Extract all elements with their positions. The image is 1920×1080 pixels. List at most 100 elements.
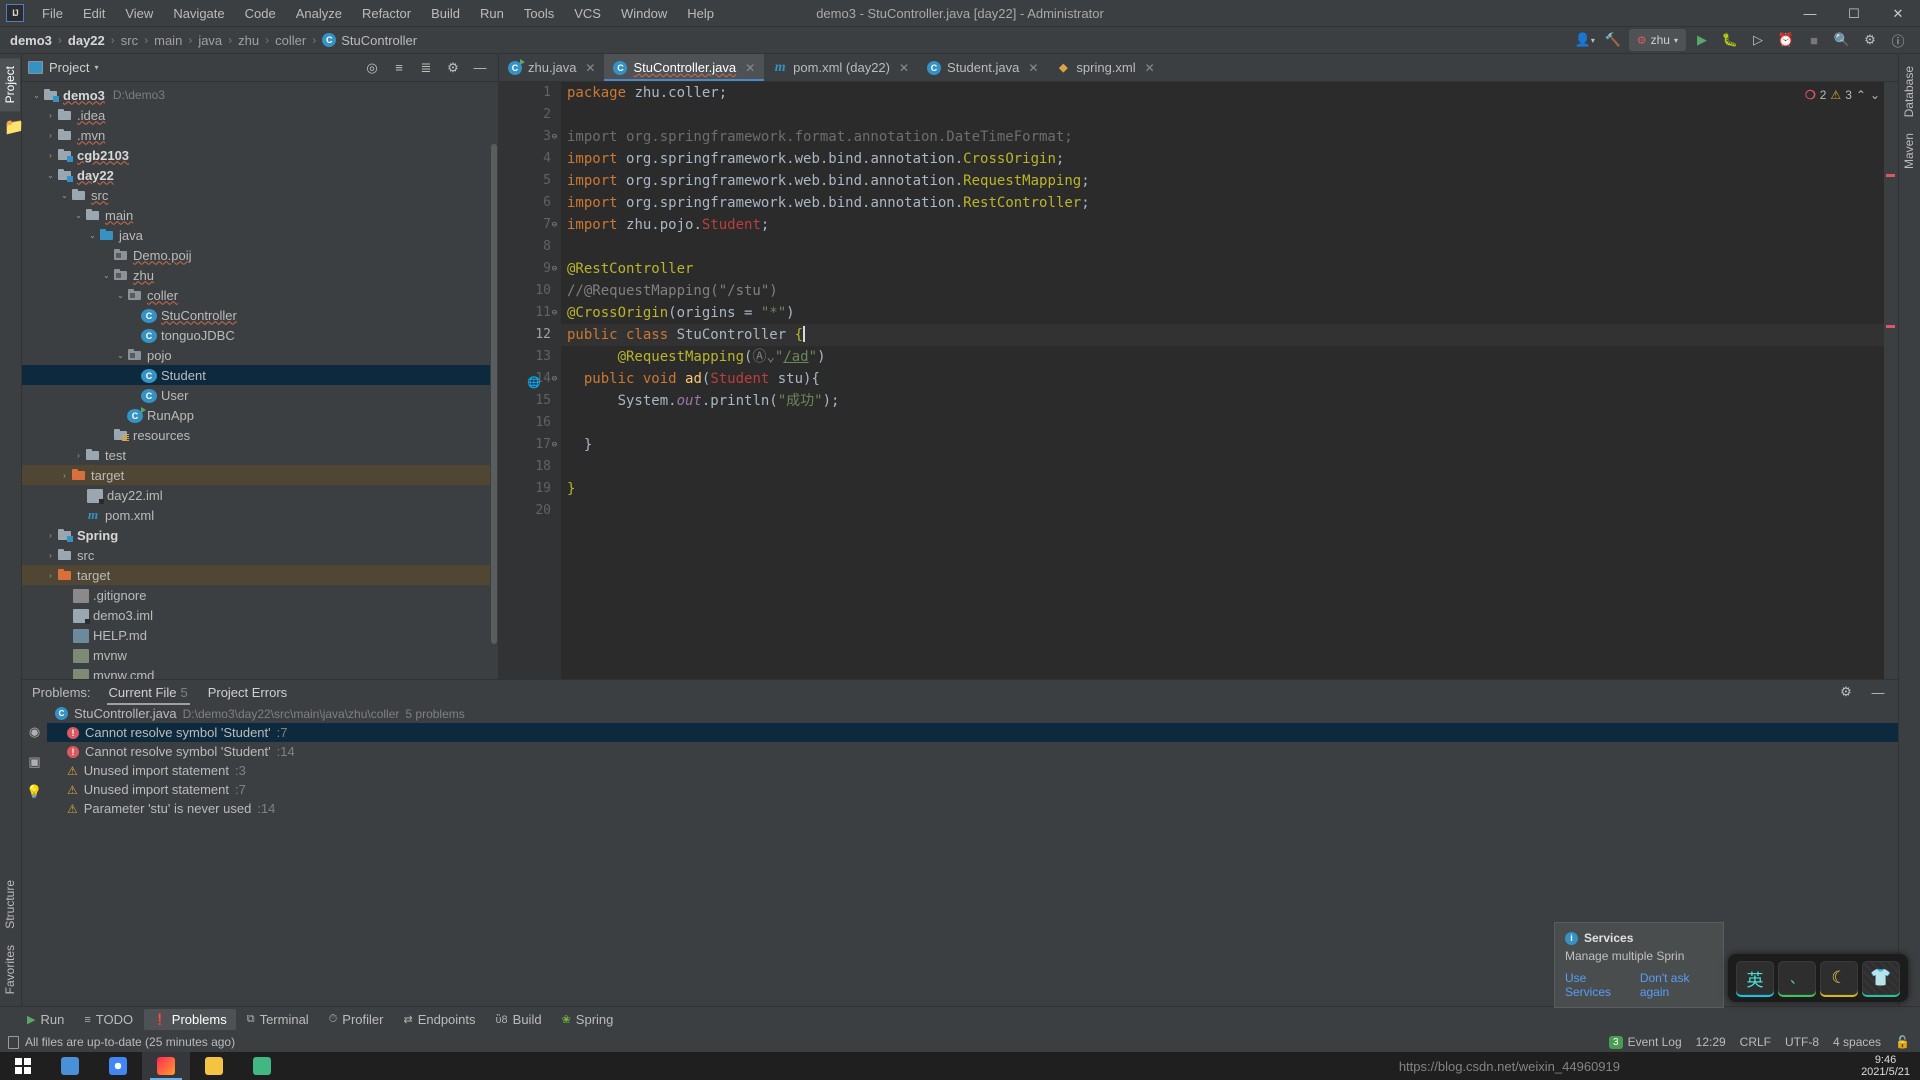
tree-item[interactable]: › cgb2103 bbox=[22, 145, 498, 165]
line-number[interactable]: 3 ⊖ bbox=[499, 126, 561, 148]
tree-expand-arrow[interactable]: › bbox=[128, 311, 141, 320]
close-tab-icon[interactable]: ✕ bbox=[745, 61, 755, 75]
dont-ask-again-link[interactable]: Don't ask again bbox=[1640, 971, 1713, 999]
tree-item[interactable]: › .mvn bbox=[22, 125, 498, 145]
settings-icon[interactable]: ⚙ bbox=[1834, 681, 1858, 703]
skin-key[interactable]: 👕 bbox=[1862, 961, 1900, 995]
code-line[interactable]: //@RequestMapping("/stu") bbox=[561, 280, 1898, 302]
editor-tab[interactable]: m pom.xml (day22) ✕ bbox=[764, 54, 918, 81]
minimize-button[interactable]: — bbox=[1788, 0, 1832, 27]
problems-file-row[interactable]: C StuController.java D:\demo3\day22\src\… bbox=[47, 704, 1898, 723]
tree-expand-arrow[interactable]: ⌄ bbox=[58, 191, 71, 200]
editor-tab[interactable]: C Student.java ✕ bbox=[918, 54, 1047, 81]
preview-icon[interactable]: ◉ bbox=[29, 724, 40, 740]
sidebar-item-project[interactable]: Project bbox=[0, 58, 20, 112]
tree-expand-arrow[interactable]: › bbox=[58, 471, 71, 480]
code-line[interactable]: System.out.println("成功"); bbox=[561, 390, 1898, 412]
user-icon[interactable]: 👤 ▾ bbox=[1573, 29, 1597, 51]
quickfix-icon[interactable]: 💡 bbox=[26, 784, 42, 800]
tree-expand-arrow[interactable]: › bbox=[44, 151, 57, 160]
notification-links[interactable]: Use Services Don't ask again bbox=[1565, 971, 1713, 999]
tree-expand-arrow[interactable]: › bbox=[72, 451, 85, 460]
bottom-tool-bar[interactable]: ▶ Run ≡ TODO ❗ Problems ⧉ Terminal ⏱ Profiler ⇄ End… bbox=[0, 1006, 1920, 1032]
layout-icon[interactable]: ▣ bbox=[28, 754, 40, 770]
code-line[interactable]: public class StuController { bbox=[561, 324, 1898, 346]
prev-problem-icon[interactable]: ⌃ bbox=[1856, 88, 1866, 102]
line-number[interactable]: 4 bbox=[499, 148, 561, 170]
intellij-icon[interactable] bbox=[142, 1052, 190, 1080]
code-fold-icon[interactable]: ⊖ bbox=[549, 132, 560, 143]
tree-expand-arrow[interactable]: › bbox=[72, 511, 85, 520]
language-mode-key[interactable]: 英 bbox=[1736, 961, 1774, 995]
tree-item[interactable]: ›C Student bbox=[22, 365, 498, 385]
line-number[interactable]: 16 bbox=[499, 412, 561, 434]
problem-row[interactable]: ⚠ Unused import statement:7 bbox=[47, 780, 1898, 799]
hide-icon[interactable]: — bbox=[1866, 681, 1890, 703]
tree-item[interactable]: › demo3.iml bbox=[22, 605, 498, 625]
profile-icon[interactable]: ⏰ bbox=[1774, 29, 1798, 51]
line-number[interactable]: 5 bbox=[499, 170, 561, 192]
hammer-icon[interactable]: 🔨 bbox=[1601, 29, 1625, 51]
right-tool-strip[interactable]: Database Maven bbox=[1898, 54, 1920, 1032]
tree-expand-arrow[interactable]: ⌄ bbox=[114, 351, 127, 360]
code-fold-icon[interactable]: ⊖ bbox=[549, 308, 560, 319]
tree-item[interactable]: ⌄ zhu bbox=[22, 265, 498, 285]
tree-item[interactable]: ⌄ pojo bbox=[22, 345, 498, 365]
code-line[interactable]: package zhu.coller; bbox=[561, 82, 1898, 104]
expand-icon[interactable]: ≣ bbox=[414, 57, 438, 79]
tree-item[interactable]: › test bbox=[22, 445, 498, 465]
breadcrumb-day22[interactable]: day22 bbox=[68, 33, 105, 48]
indent-setting[interactable]: 4 spaces bbox=[1833, 1035, 1881, 1049]
tree-item[interactable]: ⌄ main bbox=[22, 205, 498, 225]
sidebar-item-maven[interactable]: Maven bbox=[1899, 125, 1919, 177]
menu-analyze[interactable]: Analyze bbox=[286, 3, 352, 24]
bottom-tab-build[interactable]: ὒ8 Build bbox=[487, 1009, 551, 1030]
tree-expand-arrow[interactable]: › bbox=[58, 611, 71, 620]
navbar-toolbar[interactable]: 👤 ▾ 🔨 ⚙ zhu ▾ ▶ 🐛 ▷ ⏰ ■ 🔍 ⚙ ⓘ bbox=[1573, 29, 1920, 51]
line-number[interactable]: 13 bbox=[499, 346, 561, 368]
breadcrumb-java[interactable]: java bbox=[198, 33, 222, 48]
settings-icon[interactable]: ⚙ bbox=[441, 57, 465, 79]
close-tab-icon[interactable]: ✕ bbox=[585, 61, 595, 75]
start-button[interactable] bbox=[0, 1052, 46, 1080]
code-line[interactable]: @RequestMapping(Ⓐ⌄"/ad") bbox=[561, 346, 1898, 368]
code-line[interactable]: import zhu.pojo.Student; bbox=[561, 214, 1898, 236]
line-number[interactable]: 19 bbox=[499, 478, 561, 500]
code-line[interactable]: } bbox=[561, 478, 1898, 500]
scrollbar-thumb[interactable] bbox=[491, 144, 497, 644]
line-number[interactable]: 7 ⊖ bbox=[499, 214, 561, 236]
line-number[interactable]: 11 ⊖ bbox=[499, 302, 561, 324]
tree-expand-arrow[interactable]: ⌄ bbox=[30, 91, 43, 100]
menu-view[interactable]: View bbox=[115, 3, 163, 24]
debug-icon[interactable]: 🐛 bbox=[1718, 29, 1742, 51]
tree-expand-arrow[interactable]: › bbox=[44, 111, 57, 120]
problem-row[interactable]: ! Cannot resolve symbol 'Student':14 bbox=[47, 742, 1898, 761]
tree-expand-arrow[interactable]: › bbox=[100, 251, 113, 260]
tree-item[interactable]: ›CRunApp bbox=[22, 405, 498, 425]
menu-code[interactable]: Code bbox=[235, 3, 286, 24]
code-fold-icon[interactable]: ⊖ bbox=[549, 440, 560, 451]
tree-expand-arrow[interactable]: › bbox=[44, 531, 57, 540]
line-number[interactable]: 20 bbox=[499, 500, 561, 522]
code-line[interactable] bbox=[561, 456, 1898, 478]
problem-row[interactable]: ! Cannot resolve symbol 'Student':7 bbox=[47, 723, 1898, 742]
tree-item[interactable]: ⌄ demo3 D:\demo3 bbox=[22, 85, 498, 105]
code-line[interactable] bbox=[561, 236, 1898, 258]
sidebar-item-database[interactable]: Database bbox=[1899, 58, 1919, 125]
line-number[interactable]: 6 bbox=[499, 192, 561, 214]
line-number[interactable]: 17 ⊖ bbox=[499, 434, 561, 456]
tree-expand-arrow[interactable]: ⌄ bbox=[72, 211, 85, 220]
code-line[interactable]: @CrossOrigin(origins = "*") bbox=[561, 302, 1898, 324]
menu-run[interactable]: Run bbox=[470, 3, 514, 24]
project-tree[interactable]: ⌄ demo3 D:\demo3 › .idea › .mvn › cgb2103 ⌄ day22 ⌄… bbox=[22, 82, 498, 679]
system-tray[interactable]: 9:46 2021/5/21 bbox=[1861, 1054, 1920, 1078]
close-tab-icon[interactable]: ✕ bbox=[1028, 61, 1038, 75]
menu-help[interactable]: Help bbox=[677, 3, 724, 24]
tree-expand-arrow[interactable]: ⌄ bbox=[86, 231, 99, 240]
code-fold-icon[interactable]: ⊖ bbox=[549, 374, 560, 385]
tree-item[interactable]: ⌄ day22 bbox=[22, 165, 498, 185]
tree-expand-arrow[interactable]: › bbox=[58, 631, 71, 640]
menu-build[interactable]: Build bbox=[421, 3, 470, 24]
coverage-icon[interactable]: ▷ bbox=[1746, 29, 1770, 51]
sidebar-item-favorites[interactable]: Favorites bbox=[0, 937, 20, 1002]
